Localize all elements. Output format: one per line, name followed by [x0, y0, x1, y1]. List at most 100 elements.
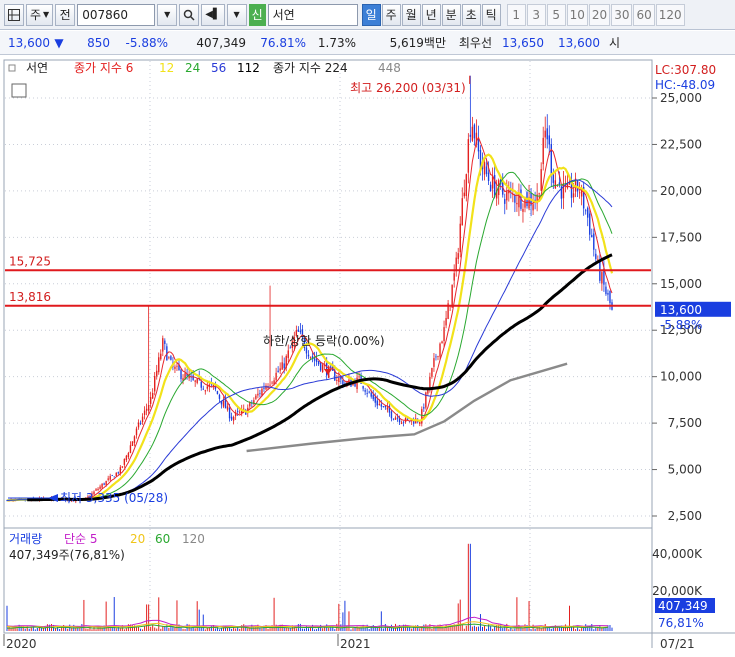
candle-body — [255, 395, 257, 399]
candle-body — [137, 422, 140, 428]
interval-button-5[interactable]: 5 — [546, 3, 566, 26]
candle-body — [107, 478, 109, 480]
candle-body — [133, 436, 136, 443]
candle-body — [160, 353, 162, 360]
amount-value: 5,619백만 — [389, 36, 446, 50]
candle-body — [269, 384, 271, 386]
x-label-current: 07/21 — [660, 637, 695, 651]
candle-body — [396, 417, 399, 419]
last-change-label: -5.88% — [660, 318, 702, 332]
period-group: 일주월년분초틱 — [361, 3, 501, 26]
candle-body — [504, 199, 506, 204]
period-button-0[interactable]: 일 — [361, 3, 381, 26]
speaker-dropdown-button[interactable]: ▼ — [226, 3, 247, 26]
interval-button-10[interactable]: 10 — [566, 3, 588, 26]
ask-value: 13,650 — [502, 35, 544, 50]
candle-body — [419, 422, 421, 424]
candle-body — [313, 358, 316, 361]
candle-body — [461, 198, 463, 226]
candle-body — [485, 166, 488, 174]
candle-body — [277, 370, 279, 373]
volume-value: 407,349 — [196, 35, 246, 50]
candle-body — [226, 406, 229, 410]
legend-long-ma-extra: 448 — [378, 61, 401, 75]
candle-body — [154, 376, 156, 392]
support-label-0: 15,725 — [9, 254, 51, 268]
interval-button-3[interactable]: 3 — [526, 3, 546, 26]
code-value: 007860 — [82, 7, 129, 22]
candle-body — [115, 472, 117, 477]
code-input[interactable]: 007860 — [77, 3, 156, 26]
chevron-down-icon: ▼ — [43, 10, 50, 19]
period-button-2[interactable]: 월 — [401, 3, 421, 26]
candle-body — [439, 343, 441, 357]
candle-body — [281, 362, 283, 370]
code-dropdown-button[interactable]: ▼ — [157, 3, 178, 26]
legend-ma-24: 24 — [185, 61, 200, 75]
candle-body — [275, 372, 277, 380]
period-button-4[interactable]: 분 — [441, 3, 461, 26]
candle-body — [491, 176, 494, 189]
market-select[interactable]: 주 ▼ — [26, 3, 54, 26]
stock-type-button[interactable]: 전 — [55, 3, 76, 26]
name-input[interactable]: 서연 — [267, 3, 358, 26]
candle-body — [540, 169, 542, 191]
legend-ma-112: 112 — [237, 61, 260, 75]
candle-body — [170, 356, 172, 360]
period-button-1[interactable]: 주 — [381, 3, 401, 26]
candle-body — [330, 366, 332, 368]
candle-body — [188, 376, 190, 379]
period-button-6[interactable]: 틱 — [481, 3, 501, 26]
period-button-5[interactable]: 초 — [461, 3, 481, 26]
candle-body — [202, 388, 204, 390]
candle-body — [135, 428, 138, 436]
chevron-down-icon: ▼ — [233, 10, 240, 19]
chart-grid-icon-svg — [8, 8, 20, 21]
interval-button-30[interactable]: 30 — [611, 3, 633, 26]
candle-body — [443, 327, 445, 342]
x-label-2020: 2020 — [6, 637, 37, 651]
interval-button-20[interactable]: 20 — [588, 3, 611, 26]
candle-body — [572, 193, 575, 198]
candle-body — [297, 329, 300, 332]
volume-legend-ma-60: 60 — [155, 532, 170, 546]
y-tick-label-7500: 7,500 — [668, 416, 702, 430]
candle-body — [336, 380, 338, 382]
candle-body — [174, 366, 176, 369]
interval-button-1[interactable]: 1 — [506, 3, 526, 26]
y-tick-label-20000: 20,000 — [660, 184, 702, 198]
chart-area[interactable]: 2,500 5,000 7,500 10,000 12,500 15,000 17,500 2… — [0, 56, 735, 654]
candle-body — [605, 286, 607, 295]
quote-bar: 13,600 ▼ 850 -5.88% 407,349 76.81% 1.73%… — [0, 31, 735, 55]
name-value: 서연 — [272, 8, 295, 22]
volume-legend-ma-120: 120 — [182, 532, 205, 546]
last-ratio-label: 76,81% — [658, 616, 704, 630]
candle-body — [265, 385, 267, 390]
candle-body — [437, 355, 439, 357]
volume-legend-ma-label: 단순 5 — [64, 532, 98, 546]
candle-body — [589, 213, 591, 235]
chart-grid-icon[interactable] — [4, 3, 24, 26]
x-label-2021: 2021 — [340, 637, 371, 651]
candle-body — [451, 284, 453, 308]
candle-body — [305, 347, 308, 354]
candle-body — [222, 400, 225, 407]
candle-body — [230, 416, 233, 420]
candle-body — [287, 350, 289, 358]
candle-body — [147, 405, 150, 411]
legend-stock-name: 서연 — [26, 61, 48, 75]
magnifier-icon[interactable] — [179, 3, 200, 26]
candle-body — [200, 381, 202, 388]
period-button-3[interactable]: 년 — [421, 3, 441, 26]
interval-button-120[interactable]: 120 — [655, 3, 685, 26]
credit-tag: 신 — [248, 3, 266, 26]
candle-body — [129, 445, 132, 453]
interval-button-60[interactable]: 60 — [633, 3, 655, 26]
candle-body — [99, 486, 101, 489]
candle-body — [548, 135, 550, 145]
candle-body — [238, 411, 241, 413]
candle-body — [591, 235, 593, 238]
candle-body — [473, 124, 476, 139]
market-label: 주 — [30, 8, 42, 22]
speaker-icon[interactable]: ◀▌ — [201, 3, 225, 26]
